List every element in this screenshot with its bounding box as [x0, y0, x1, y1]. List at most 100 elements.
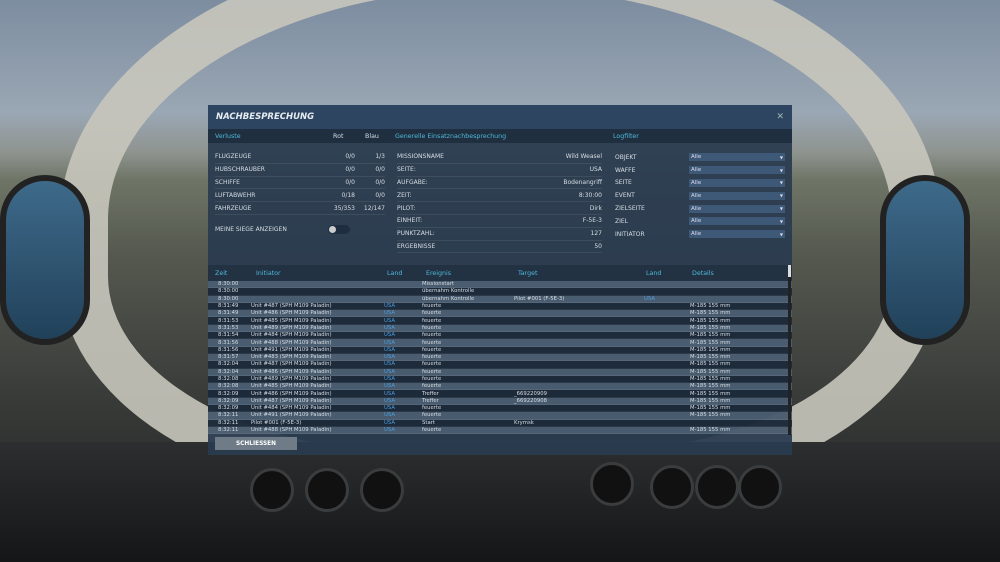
general-value: 127 — [590, 230, 602, 238]
table-row[interactable]: 8:30:00 übernahm Kontrolle Pilot #001 (F-5… — [208, 295, 792, 303]
table-row[interactable]: 8:32:04 Unit #487 (SPH M109 Paladin) USA fe… — [208, 361, 792, 369]
log-cell: feuerte — [422, 405, 442, 412]
log-cell: M-185 155 mm — [690, 390, 731, 397]
table-row[interactable]: 8:30:00 übernahm Kontrolle — [208, 288, 792, 296]
loss-label: FAHRZEUGE — [215, 204, 252, 212]
debriefing-dialog: NACHBESPRECHUNG ✕ Verluste Rot Blau Gene… — [208, 105, 792, 455]
loss-red: 0/0 — [345, 178, 355, 186]
log-cell: USA — [644, 295, 655, 302]
general-row: PILOT: Dirk — [397, 202, 602, 215]
filter-select[interactable]: Alle ▼ — [689, 217, 785, 226]
log-col-header[interactable]: Target — [518, 270, 646, 277]
log-scrollbar[interactable] — [788, 265, 791, 435]
show-kills-toggle[interactable] — [328, 224, 350, 234]
right-mirror — [880, 175, 970, 345]
table-row[interactable]: 8:32:08 Unit #485 (SPH M109 Paladin) USA fe… — [208, 383, 792, 391]
table-row[interactable]: 8:31:57 Unit #483 (SPH M109 Paladin) USA fe… — [208, 353, 792, 362]
general-row: SEITE: USA — [397, 164, 602, 177]
filter-select[interactable]: Alle ▼ — [689, 204, 785, 213]
log-cell: M-185 155 mm — [690, 303, 731, 310]
filter-select[interactable]: Alle ▼ — [689, 178, 785, 187]
filter-select[interactable]: Alle ▼ — [689, 191, 785, 200]
log-cell: Unit #491 (SPH M109 Paladin) — [251, 346, 332, 353]
log-cell: Pilot #001 (F-5E-3) — [514, 295, 565, 302]
table-row[interactable]: 8:32:09 Unit #486 (SPH M109 Paladin) USA Tr… — [208, 390, 792, 398]
filter-label: SEITE — [615, 179, 632, 187]
table-row[interactable]: 8:32:11 Unit #488 (SPH M109 Paladin) USA fe… — [208, 426, 792, 435]
filter-select[interactable]: Alle ▼ — [689, 166, 785, 175]
log-cell: Unit #483 (SPH M109 Paladin) — [251, 354, 332, 361]
log-col-header[interactable]: Zeit — [208, 270, 256, 277]
log-cell: M-185 155 mm — [690, 317, 731, 324]
log-cell: M-185 155 mm — [690, 405, 731, 412]
log-cell: USA — [384, 368, 395, 375]
log-col-header[interactable]: Initiator — [256, 270, 387, 277]
close-button[interactable]: SCHLIESSEN — [215, 437, 297, 450]
log-cell: feuerte — [422, 303, 442, 310]
table-row[interactable]: 8:31:49 Unit #486 (SPH M109 Paladin) USA fe… — [208, 310, 792, 318]
log-col-header[interactable]: Details — [692, 270, 782, 277]
chevron-down-icon: ▼ — [779, 180, 783, 186]
log-cell: USA — [384, 361, 395, 368]
log-cell: 8:32:04 — [218, 368, 239, 375]
log-cell: Unit #487 (SPH M109 Paladin) — [251, 361, 332, 368]
log-cell: Unit #485 (SPH M109 Paladin) — [251, 317, 332, 324]
table-row[interactable]: 8:32:08 Unit #489 (SPH M109 Paladin) USA fe… — [208, 375, 792, 384]
table-row[interactable]: 8:30:00 Missionstart — [208, 281, 792, 289]
log-cell: Treffer — [422, 397, 439, 404]
log-cell: USA — [384, 405, 395, 412]
log-cell: Unit #491 (SPH M109 Paladin) — [251, 412, 332, 419]
log-cell: Unit #487 (SPH M109 Paladin) — [251, 397, 332, 404]
log-cell: feuerte — [422, 317, 442, 324]
table-row[interactable]: 8:31:56 Unit #491 (SPH M109 Paladin) USA fe… — [208, 346, 792, 354]
loss-red: 0/18 — [341, 191, 355, 199]
table-row[interactable]: 8:31:53 Unit #489 (SPH M109 Paladin) USA fe… — [208, 324, 792, 333]
table-row[interactable]: 8:32:09 Unit #484 (SPH M109 Paladin) USA fe… — [208, 405, 792, 413]
table-row[interactable]: 8:32:04 Unit #486 (SPH M109 Paladin) USA fe… — [208, 368, 792, 376]
filter-row: WAFFE Alle ▼ — [615, 164, 785, 177]
general-label: AUFGABE: — [397, 178, 428, 186]
filter-label: EVENT — [615, 192, 635, 200]
log-cell: Unit #485 (SPH M109 Paladin) — [251, 383, 332, 390]
log-cell: USA — [384, 412, 395, 419]
log-cell: USA — [384, 339, 395, 346]
table-row[interactable]: 8:31:53 Unit #485 (SPH M109 Paladin) USA fe… — [208, 317, 792, 325]
log-cell: Missionstart — [422, 281, 454, 288]
log-cell: M-185 155 mm — [690, 339, 731, 346]
gauge — [738, 465, 782, 509]
log-col-header[interactable]: Land — [646, 270, 692, 277]
table-row[interactable]: 8:32:11 Unit #491 (SPH M109 Paladin) USA fe… — [208, 412, 792, 420]
table-row[interactable]: 8:31:49 Unit #487 (SPH M109 Paladin) USA fe… — [208, 302, 792, 311]
log-cell: feuerte — [422, 346, 442, 353]
log-cell: feuerte — [422, 310, 442, 317]
log-col-header[interactable]: Ereignis — [426, 270, 518, 277]
general-header: Generelle Einsatznachbesprechung — [395, 132, 507, 140]
filter-label: WAFFE — [615, 166, 636, 174]
log-cell: feuerte — [422, 354, 442, 361]
loss-label: LUFTABWEHR — [215, 191, 256, 199]
chevron-down-icon: ▼ — [779, 167, 783, 173]
table-row[interactable]: 8:32:11 Pilot #001 (F-5E-3) USA Start Krymsk — [208, 419, 792, 427]
table-row[interactable]: 8:31:56 Unit #488 (SPH M109 Paladin) USA fe… — [208, 339, 792, 347]
filter-row: INITIATOR Alle ▼ — [615, 228, 785, 241]
general-label: PILOT: — [397, 204, 416, 212]
log-col-header[interactable]: Land — [387, 270, 426, 277]
table-row[interactable]: 8:32:09 Unit #487 (SPH M109 Paladin) USA Tr… — [208, 397, 792, 406]
table-row[interactable]: 8:31:54 Unit #484 (SPH M109 Paladin) USA fe… — [208, 332, 792, 340]
log-cell: M-185 155 mm — [690, 361, 731, 368]
filter-value: Alle — [691, 167, 702, 174]
log-cell: M-185 155 mm — [690, 354, 731, 361]
general-value: Wild Weasel — [565, 153, 602, 161]
general-value: USA — [589, 166, 602, 174]
log-cell: 8:30:00 — [218, 281, 239, 288]
filter-select[interactable]: Alle ▼ — [689, 230, 785, 239]
close-icon[interactable]: ✕ — [776, 112, 784, 122]
log-cell: M-185 155 mm — [690, 368, 731, 375]
event-log: Zeit Initiator Land Ereignis Target Land Detai… — [208, 265, 792, 435]
general-row: AUFGABE: Bodenangriff — [397, 177, 602, 190]
general-value: 50 — [594, 242, 602, 250]
filter-select[interactable]: Alle ▼ — [689, 153, 785, 162]
loss-row: SCHIFFE 0/0 0/0 — [215, 177, 385, 190]
chevron-down-icon: ▼ — [779, 206, 783, 212]
loss-row: HUBSCHRAUBER 0/0 0/0 — [215, 164, 385, 177]
